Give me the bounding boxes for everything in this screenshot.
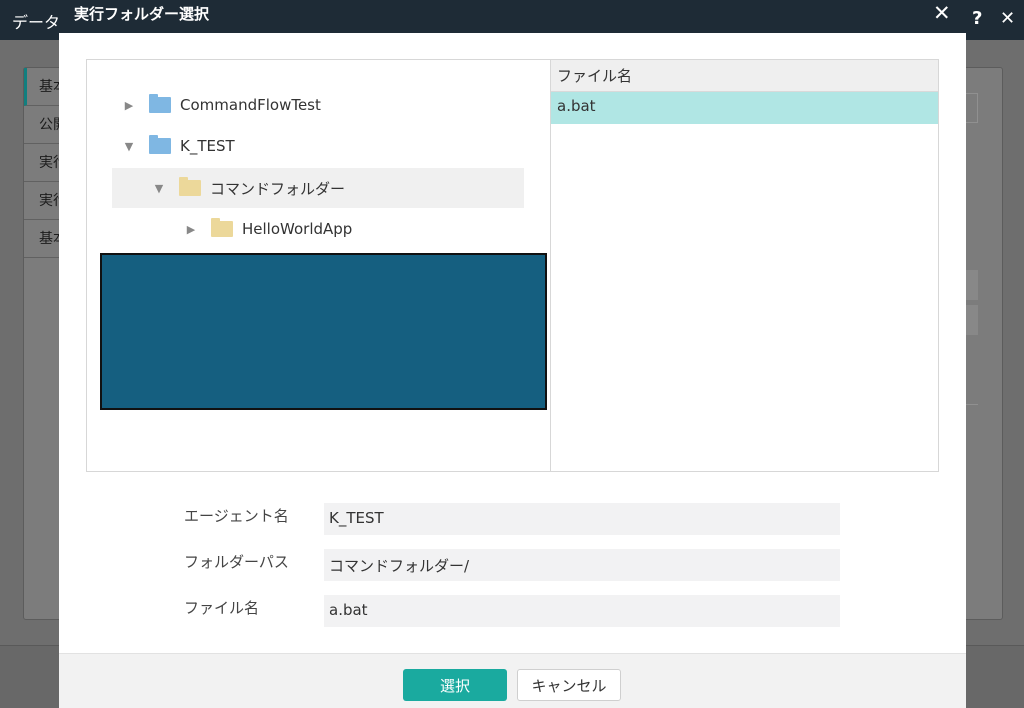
folder-icon [179, 177, 201, 196]
tree-item-label: CommandFlowTest [180, 96, 321, 114]
expand-arrow-icon[interactable]: ▶ [123, 99, 135, 112]
background-sidebar-item: 基本 [24, 68, 64, 106]
background-sidebar-item: 実行 [24, 182, 64, 220]
file-name-value: a.bat [324, 595, 840, 627]
collapse-arrow-icon[interactable]: ▼ [153, 182, 165, 195]
tree-item-label: HelloWorldApp [242, 220, 353, 238]
agent-name-label: エージェント名 [184, 507, 289, 525]
help-icon: ? [972, 8, 983, 29]
tree-item-helloworldapp[interactable]: ▶ HelloWorldApp [185, 209, 352, 249]
folder-path-value: コマンドフォルダー/ [324, 549, 840, 581]
background-block [966, 305, 978, 335]
background-sidebar: 基本 公開 実行 実行 基本 [24, 68, 64, 258]
folder-icon [149, 94, 171, 113]
background-sidebar-item: 実行 [24, 144, 64, 182]
background-sidebar-item: 公開 [24, 106, 64, 144]
tree-item-label: K_TEST [180, 137, 235, 155]
background-input [966, 93, 978, 123]
redacted-area [100, 253, 547, 410]
file-name-label: ファイル名 [184, 599, 260, 617]
tree-item-command-folder[interactable]: ▼ コマンドフォルダー [112, 168, 524, 208]
dialog-title: 実行フォルダー選択 [74, 5, 210, 23]
agent-name-value: K_TEST [324, 503, 840, 535]
collapse-arrow-icon[interactable]: ▼ [123, 140, 135, 153]
cancel-button[interactable]: キャンセル [517, 669, 621, 701]
file-list: ファイル名 a.bat [550, 59, 939, 472]
background-sidebar-item: 基本 [24, 220, 64, 258]
background-close-icon: ✕ [1000, 8, 1016, 29]
folder-tree: ▶ CommandFlowTest ▼ K_TEST ▼ コマンドフォルダー ▶… [86, 59, 551, 472]
file-row[interactable]: a.bat [551, 92, 938, 124]
background-block [966, 270, 978, 300]
folder-icon [149, 135, 171, 154]
folder-select-dialog: 実行フォルダー選択 ✕ ▶ CommandFlowTest ▼ K_TEST ▼… [59, 0, 966, 708]
tree-item-k-test[interactable]: ▼ K_TEST [123, 126, 235, 166]
tree-item-commandflowtest[interactable]: ▶ CommandFlowTest [123, 85, 321, 125]
select-button[interactable]: 選択 [403, 669, 507, 701]
dialog-header: 実行フォルダー選択 ✕ [59, 0, 966, 33]
close-icon[interactable]: ✕ [933, 1, 951, 25]
tree-item-label: コマンドフォルダー [210, 179, 346, 198]
background-app-title: データ [12, 13, 61, 32]
background-divider [966, 404, 978, 405]
folder-icon [211, 218, 233, 237]
expand-arrow-icon[interactable]: ▶ [185, 223, 197, 236]
dialog-footer: 選択 キャンセル [59, 653, 966, 708]
folder-path-label: フォルダーパス [184, 553, 289, 571]
file-list-header: ファイル名 [551, 60, 938, 92]
